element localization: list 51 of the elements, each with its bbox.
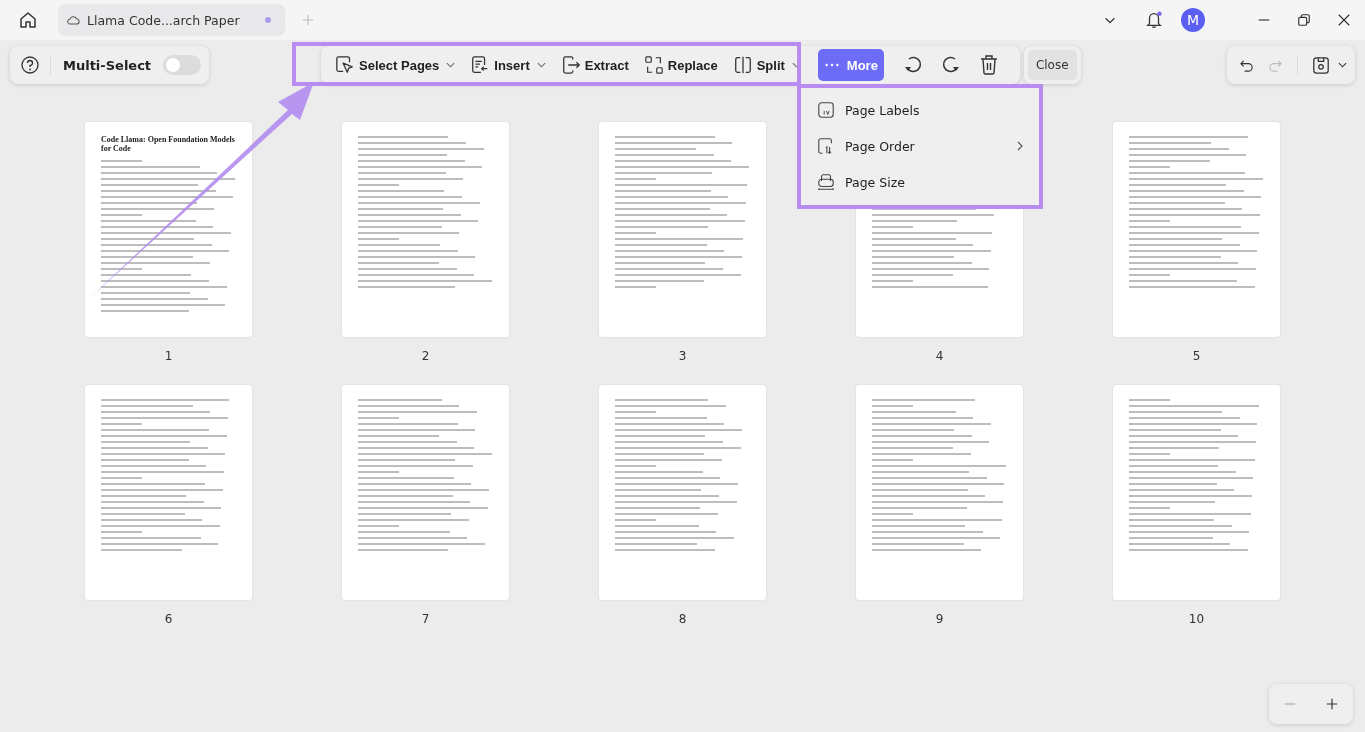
save-icon[interactable]: [1312, 55, 1330, 75]
restore-icon[interactable]: [1297, 13, 1311, 27]
menu-item[interactable]: Page Order: [801, 128, 1039, 164]
page-thumbnail[interactable]: [342, 385, 509, 600]
page-number: 7: [421, 612, 430, 626]
page-number: 8: [678, 612, 687, 626]
page-thumbnail[interactable]: [1113, 385, 1280, 600]
toolbar-button[interactable]: Select Pages: [329, 49, 462, 81]
page-thumbnail[interactable]: [599, 385, 766, 600]
page-thumbnail[interactable]: [856, 385, 1023, 600]
toolbar-button[interactable]: Insert: [464, 49, 552, 81]
menu-item[interactable]: Page Size: [801, 164, 1039, 200]
page-number: 1: [164, 349, 173, 363]
page-thumbnail[interactable]: [342, 122, 509, 337]
multi-select-label: Multi-Select: [63, 57, 152, 73]
page-thumbnail[interactable]: [599, 122, 766, 337]
page-number: 2: [421, 349, 430, 363]
cloud-icon: [66, 14, 80, 26]
page-size-icon: [817, 173, 835, 191]
page-order-icon: [817, 137, 835, 155]
page-number: 3: [678, 349, 687, 363]
document-tab[interactable]: Llama Code...arch Paper: [58, 4, 285, 36]
page-number: 6: [164, 612, 173, 626]
page-number: 5: [1192, 349, 1201, 363]
user-avatar[interactable]: M: [1181, 8, 1205, 32]
home-icon[interactable]: [18, 10, 38, 30]
page-thumbnail[interactable]: Code Llama: Open Foundation Models for Code: [85, 122, 252, 337]
close-button[interactable]: Close: [1027, 50, 1077, 80]
toolbar-button[interactable]: Replace: [637, 49, 724, 81]
page-thumbnail[interactable]: [85, 385, 252, 600]
page-thumbnail[interactable]: [1113, 122, 1280, 337]
menu-item[interactable]: Page Labels: [801, 92, 1039, 128]
close-icon[interactable]: [1337, 13, 1351, 27]
chevron-down-icon[interactable]: [1338, 62, 1347, 68]
zoom-in-icon[interactable]: [1325, 697, 1339, 711]
page-number: 9: [935, 612, 944, 626]
page-label-icon: [817, 101, 835, 119]
cursor-page-icon: [335, 55, 356, 75]
swap-icon: [643, 55, 664, 75]
help-icon[interactable]: [20, 55, 51, 75]
page-number: 10: [1188, 612, 1205, 626]
page-title: Code Llama: Open Foundation Models for Code: [101, 136, 236, 154]
toolbar-button[interactable]: Extract: [554, 49, 635, 81]
multi-select-toggle[interactable]: [163, 55, 202, 75]
split-icon: [732, 55, 753, 75]
export-icon: [560, 55, 581, 75]
toolbar-button[interactable]: More: [817, 49, 884, 81]
bell-icon[interactable]: [1145, 10, 1163, 30]
more-icon: [823, 62, 840, 68]
page-number: 4: [935, 349, 944, 363]
toolbar-button[interactable]: Split: [726, 49, 807, 81]
